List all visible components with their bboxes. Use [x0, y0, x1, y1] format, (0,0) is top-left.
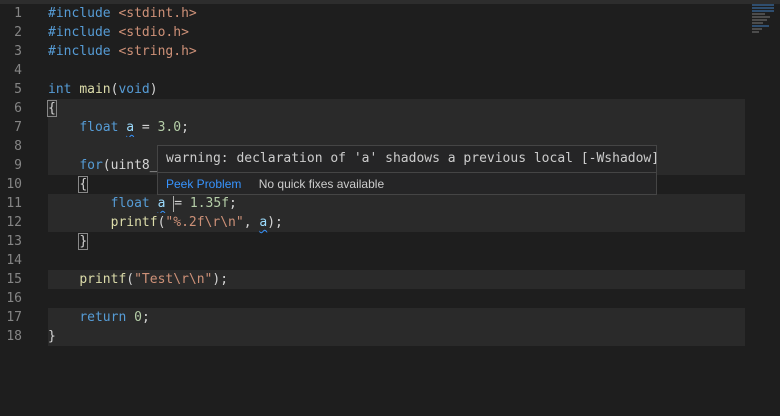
variable-name: a — [157, 196, 166, 211]
code-line[interactable]: return 0; — [48, 308, 745, 327]
variable-name: a — [126, 120, 135, 135]
minimap-line — [752, 4, 774, 6]
comma: , — [243, 215, 260, 230]
code-line[interactable]: { — [47, 99, 745, 118]
line-number: 12 — [6, 215, 22, 230]
line-number: 11 — [6, 196, 22, 211]
code-line[interactable]: printf("%.2f\r\n", a); — [48, 213, 745, 232]
line-number: 1 — [14, 6, 22, 21]
brace: } — [78, 233, 89, 250]
type-keyword: float — [79, 120, 119, 135]
code-line[interactable]: printf("Test\r\n"); — [48, 270, 745, 289]
minimap-line — [752, 19, 768, 21]
code-line[interactable]: #include <stdio.h> — [48, 23, 745, 42]
minimap[interactable] — [752, 4, 774, 44]
minimap-line — [752, 13, 766, 15]
line-number: 5 — [14, 82, 22, 97]
line-number: 3 — [14, 44, 22, 59]
line-number: 16 — [6, 291, 22, 306]
variable-name: a — [259, 215, 268, 230]
paren: ( — [126, 272, 135, 287]
line-number: 15 — [6, 272, 22, 287]
brace: { — [47, 100, 57, 117]
string-literal: "%.2f\r\n" — [165, 215, 244, 230]
line-number: 13 — [6, 234, 22, 249]
line-number: 6 — [14, 101, 22, 116]
control-keyword: for — [79, 158, 103, 173]
minimap-line — [752, 31, 759, 33]
minimap-line — [752, 7, 774, 9]
function-name: printf — [79, 272, 127, 287]
warning-message: warning: declaration of 'a' shadows a pr… — [158, 146, 659, 173]
semicolon: ; — [141, 310, 150, 325]
function-name: main — [79, 82, 111, 97]
brace: { — [78, 176, 89, 193]
code-editor[interactable]: 1 2 3 4 5 6 7 8 9 10 11 12 13 14 15 16 1… — [0, 0, 780, 416]
number-literal: 3.0 — [157, 120, 182, 135]
code-line[interactable]: float a = 1.35f; — [48, 194, 745, 213]
line-number: 7 — [14, 120, 22, 135]
hover-actions-bar: Peek Problem No quick fixes available — [158, 173, 656, 195]
minimap-line — [752, 28, 762, 30]
line-number: 8 — [14, 139, 22, 154]
type-keyword: int — [48, 82, 72, 97]
line-number: 10 — [6, 177, 22, 192]
line-number: 4 — [14, 63, 22, 78]
code-fragment: (uint8_ — [102, 158, 158, 173]
number-literal: 0 — [134, 310, 142, 325]
number-literal: 1.35f — [189, 196, 230, 211]
line-number-gutter: 1 2 3 4 5 6 7 8 9 10 11 12 13 14 15 16 1… — [0, 4, 40, 346]
peek-problem-link[interactable]: Peek Problem — [166, 177, 241, 191]
minimap-line — [752, 16, 770, 18]
line-number: 2 — [14, 25, 22, 40]
type-keyword: void — [118, 82, 150, 97]
control-keyword: return — [79, 310, 127, 325]
include-header: <string.h> — [118, 44, 197, 59]
preprocessor-directive: #include — [48, 44, 111, 59]
line-number: 9 — [14, 158, 22, 173]
paren: ); — [267, 215, 283, 230]
no-quick-fixes-label: No quick fixes available — [258, 177, 385, 191]
semicolon: ; — [181, 120, 189, 135]
diagnostic-hover-popup: warning: declaration of 'a' shadows a pr… — [157, 145, 659, 195]
preprocessor-directive: #include — [48, 25, 111, 40]
line-number: 14 — [6, 253, 22, 268]
operator: = — [134, 120, 158, 135]
include-header: <stdint.h> — [118, 6, 197, 21]
code-line[interactable]: float a = 3.0; — [48, 118, 745, 137]
minimap-line — [752, 10, 774, 12]
code-line[interactable]: } — [48, 327, 745, 346]
code-line[interactable] — [48, 251, 745, 270]
code-line[interactable]: int main(void) — [48, 80, 745, 99]
include-header: <stdio.h> — [118, 25, 189, 40]
code-line[interactable] — [48, 61, 745, 80]
semicolon: ; — [229, 196, 237, 211]
type-keyword: float — [110, 196, 150, 211]
paren: ); — [212, 272, 229, 287]
code-line[interactable]: #include <string.h> — [48, 42, 745, 61]
brace: } — [48, 329, 56, 344]
minimap-line — [752, 25, 769, 27]
code-line[interactable]: } — [48, 232, 745, 251]
code-line[interactable] — [48, 289, 745, 308]
minimap-line — [752, 22, 763, 24]
preprocessor-directive: #include — [48, 6, 111, 21]
code-line[interactable]: #include <stdint.h> — [48, 4, 745, 23]
line-number: 18 — [6, 329, 22, 344]
operator: = — [174, 196, 190, 211]
line-number: 17 — [6, 310, 22, 325]
function-name: printf — [110, 215, 158, 230]
paren: ) — [149, 82, 158, 97]
string-literal: "Test\r\n" — [134, 272, 213, 287]
